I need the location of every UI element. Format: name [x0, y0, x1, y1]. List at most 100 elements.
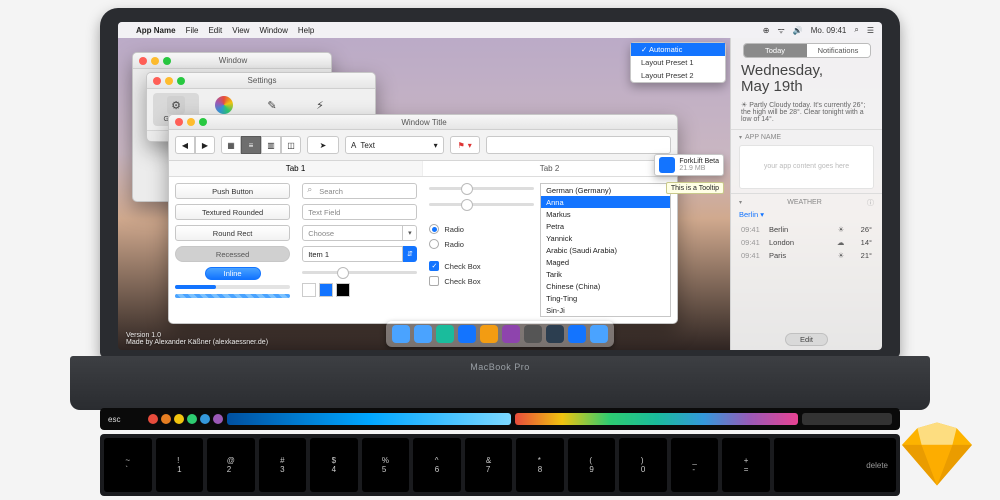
list-item[interactable]: Markus [541, 208, 670, 220]
close-icon[interactable] [153, 77, 161, 85]
traffic-lights[interactable] [139, 57, 171, 65]
status-search-icon[interactable]: ⌕ [854, 25, 858, 35]
view-list-icon[interactable]: ≡ [241, 136, 261, 154]
checkbox-off[interactable] [429, 276, 439, 286]
touchbar-color-dot[interactable] [161, 414, 171, 424]
tab-1[interactable]: Tab 1 [169, 161, 423, 176]
slider[interactable] [429, 187, 534, 190]
menu-item[interactable]: Layout Preset 1 [631, 56, 725, 69]
menu-item[interactable]: Automatic [631, 43, 725, 56]
push-button[interactable]: Push Button [175, 183, 290, 199]
dock-app[interactable] [414, 325, 432, 343]
minimize-icon[interactable] [187, 118, 195, 126]
nc-edit-button[interactable]: Edit [785, 333, 828, 346]
textured-rounded-button[interactable]: Textured Rounded [175, 204, 290, 220]
toolbar-flag-button[interactable]: ⚑ ▾ [450, 136, 480, 154]
language-list[interactable]: German (Germany)AnnaMarkusPetraYannickAr… [540, 183, 671, 317]
forward-button[interactable]: ▶ [195, 136, 215, 154]
minimize-icon[interactable] [165, 77, 173, 85]
status-cloud-icon[interactable]: ⊕ [763, 26, 770, 35]
slider[interactable] [429, 203, 534, 206]
checkbox-on[interactable]: ✓ [429, 261, 439, 271]
round-rect-button[interactable]: Round Rect [175, 225, 290, 241]
list-item[interactable]: Maged [541, 256, 670, 268]
list-item[interactable]: Anna [541, 196, 670, 208]
dock-app[interactable] [590, 325, 608, 343]
view-column-icon[interactable]: ▥ [261, 136, 281, 154]
info-icon[interactable]: ⓘ [867, 198, 874, 208]
list-item[interactable]: Ting-Ting [541, 292, 670, 304]
dock-app[interactable] [480, 325, 498, 343]
menubar-app[interactable]: App Name [136, 26, 176, 35]
nc-section-appname[interactable]: APP NAME [739, 134, 874, 141]
tab-2[interactable]: Tab 2 [423, 161, 677, 176]
key[interactable]: ^6 [413, 438, 461, 492]
touchbar-color-dot[interactable] [174, 414, 184, 424]
touchbar-color-dot[interactable] [148, 414, 158, 424]
view-icon-icon[interactable]: ▦ [221, 136, 241, 154]
list-item[interactable]: Tarik [541, 268, 670, 280]
toolbar-search[interactable] [486, 136, 671, 154]
back-button[interactable]: ◀ [175, 136, 195, 154]
zoom-icon[interactable] [163, 57, 171, 65]
toolbar-arrow-button[interactable]: ➤ [307, 136, 339, 154]
toolbar-text-dropdown[interactable]: A Text ▾ [345, 136, 444, 154]
minimize-icon[interactable] [151, 57, 159, 65]
list-item[interactable]: Sin-Ji [541, 304, 670, 316]
zoom-icon[interactable] [199, 118, 207, 126]
list-item[interactable]: German (Germany) [541, 184, 670, 196]
swatch-blue[interactable] [319, 283, 333, 297]
inline-button[interactable]: Inline [205, 267, 261, 280]
status-volume-icon[interactable]: 🔊 [793, 26, 803, 35]
swatch-white[interactable] [302, 283, 316, 297]
dock[interactable] [386, 321, 614, 347]
touchbar[interactable]: esc [100, 408, 900, 430]
key[interactable]: _- [671, 438, 719, 492]
close-icon[interactable] [139, 57, 147, 65]
key[interactable]: ~` [104, 438, 152, 492]
key[interactable]: &7 [465, 438, 513, 492]
dock-app[interactable] [524, 325, 542, 343]
key[interactable]: !1 [156, 438, 204, 492]
touchbar-color-dot[interactable] [200, 414, 210, 424]
key[interactable]: += [722, 438, 770, 492]
key[interactable]: delete [774, 438, 896, 492]
list-item[interactable]: Arabic (Saudi Arabia) [541, 244, 670, 256]
view-cover-icon[interactable]: ◫ [281, 136, 301, 154]
item-dropdown[interactable]: Item 1⇵ [302, 246, 417, 262]
view-mode-segment[interactable]: ▦ ≡ ▥ ◫ [221, 136, 301, 154]
dock-app[interactable] [392, 325, 410, 343]
menubar-clock[interactable]: Mo. 09:41 [811, 26, 847, 35]
key[interactable]: (9 [568, 438, 616, 492]
key[interactable]: $4 [310, 438, 358, 492]
nc-tab-today[interactable]: Today [744, 44, 807, 57]
key[interactable]: *8 [516, 438, 564, 492]
color-swatches[interactable] [302, 283, 417, 297]
menubar-help[interactable]: Help [298, 26, 314, 35]
nav-back-forward[interactable]: ◀ ▶ [175, 136, 215, 154]
traffic-lights[interactable] [175, 118, 207, 126]
list-item[interactable]: Chinese (China) [541, 280, 670, 292]
status-wifi-icon[interactable]: ᯤ [777, 25, 784, 36]
dock-app[interactable] [546, 325, 564, 343]
weather-city-selected[interactable]: Berlin ▾ [739, 210, 874, 219]
status-nc-icon[interactable]: ☰ [867, 26, 874, 35]
slider[interactable] [302, 271, 417, 274]
file-chip[interactable]: ForkLift Beta 21.9 MB [654, 154, 724, 176]
key[interactable]: #3 [259, 438, 307, 492]
radio-off[interactable] [429, 239, 439, 249]
nc-section-weather[interactable]: WEATHER [787, 199, 821, 206]
traffic-lights[interactable] [153, 77, 185, 85]
layout-popup[interactable]: AutomaticLayout Preset 1Layout Preset 2 [630, 42, 726, 83]
touchbar-color-dot[interactable] [213, 414, 223, 424]
close-icon[interactable] [175, 118, 183, 126]
swatch-black[interactable] [336, 283, 350, 297]
nc-tab-notifications[interactable]: Notifications [807, 44, 870, 57]
menubar-view[interactable]: View [232, 26, 249, 35]
key[interactable]: @2 [207, 438, 255, 492]
text-field[interactable]: Text Field [302, 204, 417, 220]
dock-app[interactable] [458, 325, 476, 343]
weather-row[interactable]: 09:41Paris☀︎21° [741, 250, 872, 261]
touchbar-controlstrip[interactable] [802, 413, 892, 425]
key[interactable]: )0 [619, 438, 667, 492]
